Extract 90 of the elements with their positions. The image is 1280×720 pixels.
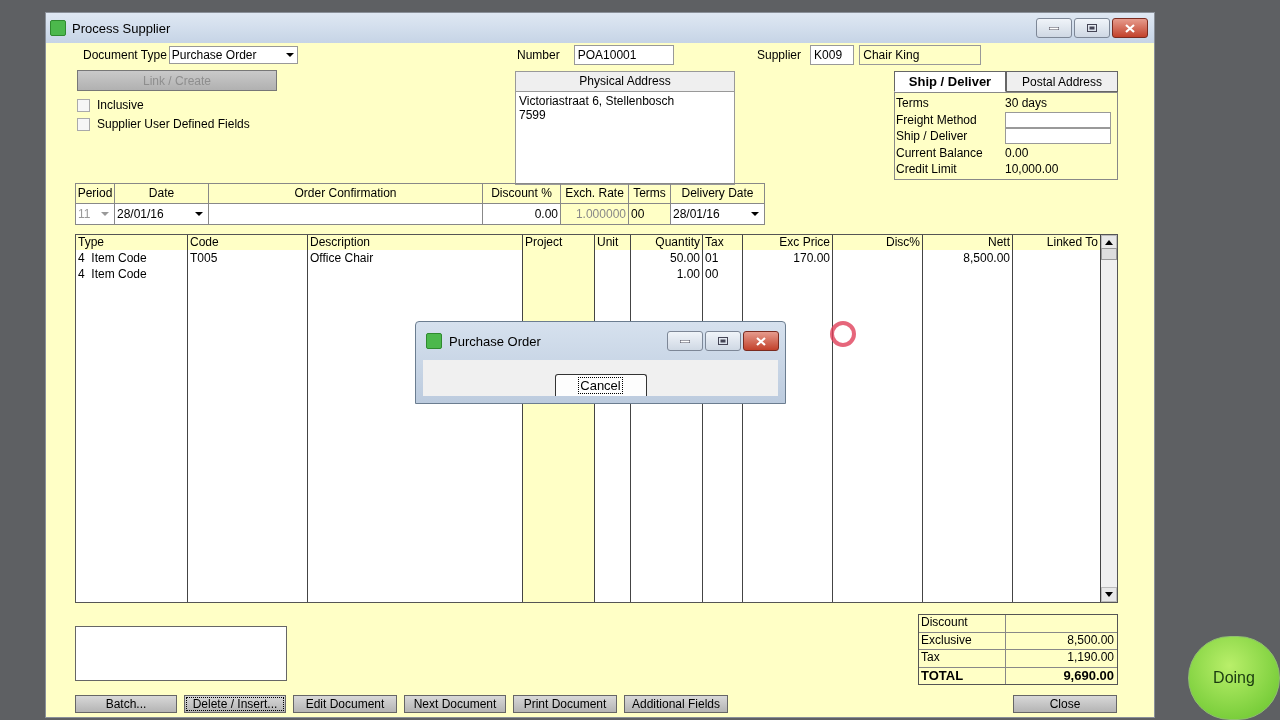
column-header: Code [188, 235, 307, 250]
number-field[interactable]: POA10001 [573, 45, 674, 65]
field-label: Supplier [757, 48, 802, 62]
supplier-code-field[interactable]: K009 [810, 45, 855, 65]
input-field[interactable] [1005, 111, 1111, 128]
table-cell-text: 170.00 [792, 250, 831, 266]
input-field[interactable] [209, 204, 482, 224]
address-line: Victoriastraat 6, Stellenbosch [519, 94, 676, 108]
column-header: Nett [923, 235, 1012, 250]
column-header: Linked To [1013, 235, 1100, 250]
column-header: Quantity [631, 235, 702, 250]
document-type-dropdown[interactable]: Purchase Order [168, 46, 298, 64]
table-cell-text: T005 [189, 250, 219, 266]
info-label: Freight Method [896, 112, 978, 127]
close-form-button[interactable]: Close [1013, 695, 1117, 713]
toolbar-button[interactable]: Next Document [404, 695, 506, 713]
cancel-button[interactable]: Cancel [554, 374, 647, 396]
total-label: TOTAL [919, 667, 1006, 684]
maximize-icon [718, 337, 728, 345]
toolbar-button[interactable]: Edit Document [293, 695, 397, 713]
column-header: Type [76, 235, 187, 250]
scroll-down-icon[interactable] [1105, 592, 1113, 597]
info-label: Current Balance [896, 145, 984, 160]
toolbar-button[interactable]: Print Document [513, 695, 617, 713]
maximize-icon [1087, 24, 1097, 32]
panel-header: Physical Address [516, 72, 734, 92]
checkbox-label: Supplier User Defined Fields [97, 117, 250, 131]
table-cell-text: 1.00 [675, 266, 701, 282]
checkbox[interactable] [77, 117, 90, 131]
table-cell-text: 4 Item Code [77, 250, 148, 266]
status-badge: Doing [1188, 636, 1280, 720]
column-header: Description [308, 235, 522, 250]
caret-icon [101, 212, 109, 216]
scrollbar[interactable] [1101, 235, 1117, 602]
column-header: Disc% [833, 235, 922, 250]
notes-field[interactable] [75, 626, 287, 681]
field-label: Document Type [83, 48, 167, 62]
caret-icon [285, 53, 294, 57]
maximize-button[interactable] [1074, 18, 1110, 38]
toolbar-button[interactable]: Additional Fields [624, 695, 728, 713]
maximize-button[interactable] [705, 331, 741, 351]
scroll-up-icon[interactable] [1105, 240, 1113, 245]
total-label: Discount [919, 615, 1006, 632]
click-indicator-icon [829, 320, 857, 348]
total-label: Tax [919, 650, 1006, 667]
date-dropdown[interactable]: 28/01/16 [115, 204, 208, 224]
total-value: 9,690.00 [1062, 667, 1115, 684]
total-label: Exclusive [919, 632, 1006, 649]
minimize-icon [1049, 26, 1059, 30]
caret-icon [751, 212, 759, 216]
input-field[interactable] [1005, 128, 1111, 145]
tab[interactable]: Ship / Deliver [894, 71, 1006, 92]
app-icon [50, 20, 66, 36]
window-title: Process Supplier [72, 20, 171, 36]
total-value: 1,190.00 [1066, 650, 1115, 666]
info-label: Terms [896, 96, 930, 111]
checkbox-label: Inclusive [97, 98, 144, 112]
app-icon [426, 333, 442, 349]
input-field[interactable]: 0.00 [483, 204, 560, 224]
close-button[interactable] [1112, 18, 1148, 38]
column-header: Tax [703, 235, 742, 250]
address-line: 7599 [519, 108, 547, 122]
scroll-thumb[interactable] [1101, 248, 1117, 260]
minimize-icon [680, 339, 690, 343]
table-cell-text: 00 [704, 266, 720, 282]
checkbox[interactable] [77, 98, 90, 112]
info-value: 30 days [1005, 96, 1048, 111]
table-cell-text: Office Chair [309, 250, 375, 266]
table-cell-text: 50.00 [668, 250, 701, 266]
column-header: Unit [595, 235, 630, 250]
date-dropdown[interactable]: 28/01/16 [671, 204, 764, 224]
close-icon [756, 336, 766, 346]
dialog-title: Purchase Order [449, 333, 541, 349]
supplier-name-field: Chair King [859, 45, 981, 65]
toolbar-button[interactable]: Batch... [75, 695, 177, 713]
table-cell-text: 01 [704, 250, 720, 266]
caret-icon [195, 212, 203, 216]
info-value: 10,000.00 [1005, 162, 1059, 177]
info-label: Ship / Deliver [896, 129, 969, 144]
table-cell-text: 8,500.00 [962, 250, 1011, 266]
close-icon [1125, 23, 1135, 33]
total-value: 8,500.00 [1066, 632, 1115, 649]
info-value: 0.00 [1005, 145, 1029, 160]
toolbar-button[interactable]: Delete / Insert... [184, 695, 286, 713]
column-header: Exc Price [743, 235, 832, 250]
field-label: Number [517, 48, 560, 62]
tab[interactable]: Postal Address [1006, 71, 1118, 92]
close-button[interactable] [743, 331, 779, 351]
table-cell-text: 4 Item Code [77, 266, 148, 282]
info-label: Credit Limit [896, 162, 958, 177]
